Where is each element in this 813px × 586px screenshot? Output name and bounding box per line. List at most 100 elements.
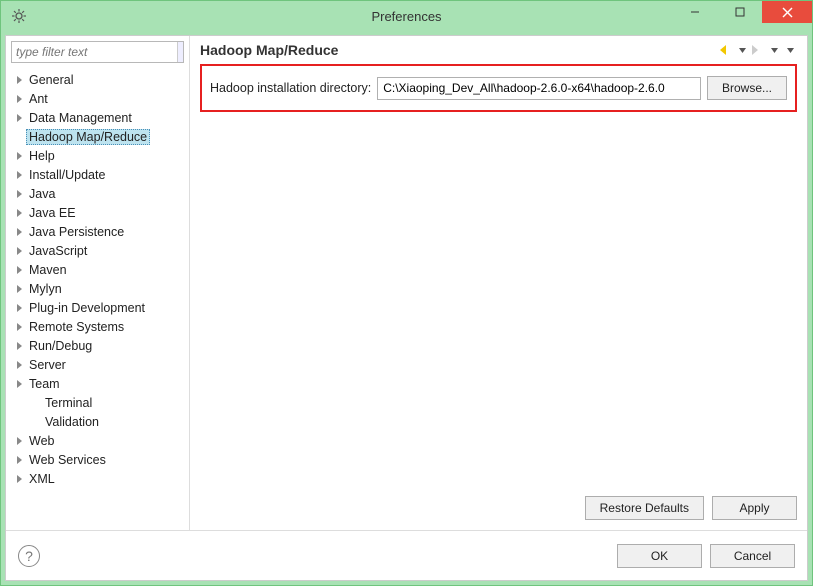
maximize-button[interactable] [717, 1, 762, 23]
tree-item-label: Team [26, 377, 63, 391]
tree-item-label: Ant [26, 92, 51, 106]
install-dir-input[interactable] [377, 77, 701, 100]
tree-item-javascript[interactable]: JavaScript [6, 241, 189, 260]
expand-arrow-icon[interactable] [14, 342, 26, 350]
preferences-tree[interactable]: General Ant Data Management Hadoop Map/Redu… [6, 68, 189, 530]
forward-menu-icon[interactable] [767, 43, 781, 57]
expand-arrow-icon[interactable] [14, 209, 26, 217]
titlebar: Preferences [1, 1, 812, 31]
tree-item-label: Remote Systems [26, 320, 127, 334]
restore-defaults-button[interactable]: Restore Defaults [585, 496, 704, 520]
tree-item-install-update[interactable]: Install/Update [6, 165, 189, 184]
tree-item-general[interactable]: General [6, 70, 189, 89]
tree-item-plug-in-development[interactable]: Plug-in Development [6, 298, 189, 317]
expand-arrow-icon[interactable] [14, 76, 26, 84]
dialog-body: General Ant Data Management Hadoop Map/Redu… [5, 35, 808, 581]
expand-arrow-icon[interactable] [14, 190, 26, 198]
tree-item-label: General [26, 73, 76, 87]
tree-item-label: Data Management [26, 111, 135, 125]
tree-item-java[interactable]: Java [6, 184, 189, 203]
expand-arrow-icon[interactable] [14, 437, 26, 445]
main-spacer [200, 112, 797, 488]
expand-arrow-icon[interactable] [14, 380, 26, 388]
bottom-bar: ? OK Cancel [6, 530, 807, 580]
content-area: General Ant Data Management Hadoop Map/Redu… [6, 36, 807, 530]
highlighted-section: Hadoop installation directory: Browse... [200, 64, 797, 112]
expand-arrow-icon[interactable] [14, 475, 26, 483]
filter-clear-button[interactable] [177, 42, 183, 62]
tree-item-mylyn[interactable]: Mylyn [6, 279, 189, 298]
tree-item-label: Validation [42, 415, 102, 429]
tree-item-validation[interactable]: Validation [6, 412, 189, 431]
expand-arrow-icon[interactable] [14, 304, 26, 312]
sidebar: General Ant Data Management Hadoop Map/Redu… [6, 36, 190, 530]
tree-item-xml[interactable]: XML [6, 469, 189, 488]
expand-arrow-icon[interactable] [14, 95, 26, 103]
minimize-button[interactable] [672, 1, 717, 23]
view-menu-icon[interactable] [783, 43, 797, 57]
tree-item-label: Hadoop Map/Reduce [26, 129, 150, 145]
tree-item-label: Web Services [26, 453, 109, 467]
tree-item-hadoop-map-reduce[interactable]: Hadoop Map/Reduce [6, 127, 189, 146]
expand-arrow-icon[interactable] [14, 361, 26, 369]
tree-item-label: Run/Debug [26, 339, 95, 353]
expand-arrow-icon[interactable] [14, 171, 26, 179]
filter-row [6, 36, 189, 68]
tree-item-server[interactable]: Server [6, 355, 189, 374]
tree-item-run-debug[interactable]: Run/Debug [6, 336, 189, 355]
expand-arrow-icon[interactable] [14, 266, 26, 274]
back-menu-icon[interactable] [735, 43, 749, 57]
expand-arrow-icon[interactable] [14, 247, 26, 255]
expand-arrow-icon[interactable] [14, 152, 26, 160]
ok-button[interactable]: OK [617, 544, 702, 568]
close-button[interactable] [762, 1, 812, 23]
tree-item-label: Help [26, 149, 58, 163]
tree-item-java-persistence[interactable]: Java Persistence [6, 222, 189, 241]
tree-item-team[interactable]: Team [6, 374, 189, 393]
tree-item-label: JavaScript [26, 244, 90, 258]
main-footer: Restore Defaults Apply [200, 488, 797, 520]
tree-item-web[interactable]: Web [6, 431, 189, 450]
bottom-buttons: OK Cancel [617, 544, 795, 568]
tree-item-label: Java EE [26, 206, 79, 220]
tree-item-terminal[interactable]: Terminal [6, 393, 189, 412]
filter-input-wrap [11, 41, 184, 63]
filter-input[interactable] [12, 42, 177, 62]
tree-item-label: Mylyn [26, 282, 65, 296]
tree-item-data-management[interactable]: Data Management [6, 108, 189, 127]
cancel-button[interactable]: Cancel [710, 544, 795, 568]
expand-arrow-icon[interactable] [14, 456, 26, 464]
expand-arrow-icon[interactable] [14, 323, 26, 331]
tree-item-ant[interactable]: Ant [6, 89, 189, 108]
main-panel: Hadoop Map/Reduce Hadoop installation di… [190, 36, 807, 530]
expand-arrow-icon[interactable] [14, 285, 26, 293]
app-icon [11, 8, 27, 24]
tree-item-label: Maven [26, 263, 70, 277]
browse-button[interactable]: Browse... [707, 76, 787, 100]
tree-item-label: Web [26, 434, 57, 448]
nav-icons [719, 43, 797, 57]
tree-item-label: Terminal [42, 396, 95, 410]
tree-item-label: Server [26, 358, 69, 372]
tree-item-label: Java [26, 187, 58, 201]
tree-item-remote-systems[interactable]: Remote Systems [6, 317, 189, 336]
tree-item-label: XML [26, 472, 58, 486]
main-header: Hadoop Map/Reduce [200, 42, 797, 64]
page-title: Hadoop Map/Reduce [200, 42, 719, 58]
tree-item-java-ee[interactable]: Java EE [6, 203, 189, 222]
expand-arrow-icon[interactable] [14, 228, 26, 236]
preferences-window: Preferences GeneralAntData [0, 0, 813, 586]
forward-icon[interactable] [751, 43, 765, 57]
tree-item-label: Install/Update [26, 168, 108, 182]
help-icon[interactable]: ? [18, 545, 40, 567]
tree-item-web-services[interactable]: Web Services [6, 450, 189, 469]
window-controls [672, 1, 812, 23]
back-icon[interactable] [719, 43, 733, 57]
tree-item-maven[interactable]: Maven [6, 260, 189, 279]
apply-button[interactable]: Apply [712, 496, 797, 520]
tree-item-label: Java Persistence [26, 225, 127, 239]
expand-arrow-icon[interactable] [14, 114, 26, 122]
tree-item-help[interactable]: Help [6, 146, 189, 165]
install-dir-label: Hadoop installation directory: [210, 81, 371, 95]
tree-item-label: Plug-in Development [26, 301, 148, 315]
